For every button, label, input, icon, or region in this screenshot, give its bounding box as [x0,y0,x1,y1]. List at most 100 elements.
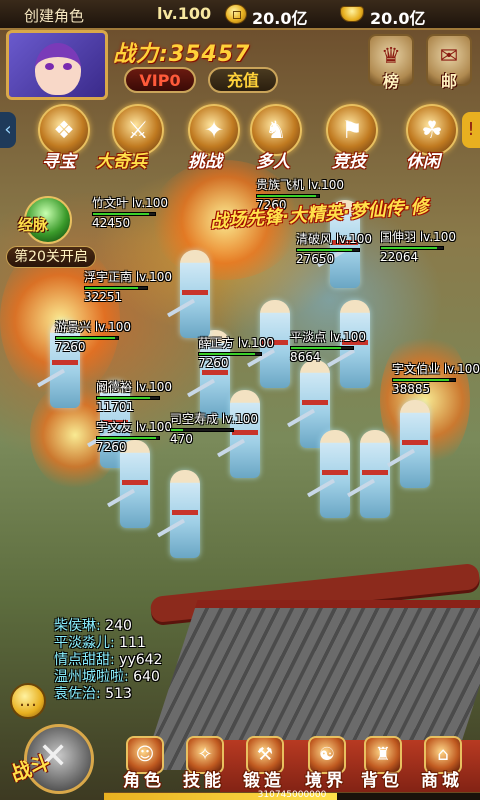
feature-label-treasure: 寻宝 [42,152,76,172]
player-avatar[interactable] [6,30,108,100]
battle-button[interactable]: ✕ 战斗 [2,714,102,800]
soldier-sprite[interactable] [320,430,350,518]
unit-health-fill [297,249,352,251]
menu-label: 背包 [361,771,403,791]
mail-icon: ✉ [439,44,459,69]
unit-value: 22064 [380,250,419,264]
leisure-icon: ☘ [421,116,443,144]
unit-value: 7260 [55,340,86,354]
unit-value: 27650 [296,252,335,266]
recharge-button[interactable]: 充值 [208,67,278,93]
unit-health-fill [171,429,184,431]
unit-health-fill [56,337,115,339]
ingot-amount: 20.0亿 [370,9,426,28]
scroll-left-arrow-icon[interactable]: ‹ [0,112,16,148]
unit-value: 38885 [392,382,431,396]
unit-label: 宇文伯业 lv.100 38885 [392,360,480,396]
chat-message: 513 [105,686,132,702]
unit-name: 竹文叶 lv.100 [92,196,169,210]
stage-name: 经脉 [18,216,49,234]
feature-label-warrior: 大奇兵 [96,152,147,172]
avatar-face [35,43,81,95]
unit-health-fill [257,195,316,197]
unit-label: 游景兴 lv.100 7260 [55,318,131,354]
ranking-icon: ♛ [381,44,401,69]
unit-label: 宇文友 lv.100 7260 [96,418,172,454]
warrior-icon: ⚔ [127,116,149,144]
unit-name: 国伸羽 lv.100 [380,230,457,244]
chat-log[interactable]: 柴侯琳: 240 平淡淼儿: 111 情点甜甜: yy642 温州城啦啦: 640 袁佐… [54,618,204,703]
chat-message: 111 [119,635,146,651]
menu-button[interactable]: ♜ 背包 [354,736,410,794]
unit-health-fill [291,347,341,349]
player-level: lv.100 [157,4,212,23]
unit-label: 平淡点 lv.100 8664 [290,328,366,364]
unit-label: 清破风 lv.100 27650 [296,230,372,266]
unit-name: 清破风 lv.100 [296,232,373,246]
stage-progress: 第20关开启 [6,246,96,268]
menu-button[interactable]: ⚒ 锻造 [236,736,292,794]
feature-label-multiplayer: 多人 [256,152,290,172]
unit-label: 浮宇正南 lv.100 32251 [84,268,172,304]
unit-value: 7260 [96,440,127,454]
arena-icon: ⚑ [341,116,363,144]
ranking-button[interactable]: ♛ 榜 [368,34,414,91]
vip-button[interactable]: VIP0 [124,67,196,93]
chat-sender: 袁佐治: [54,686,101,702]
unit-health-fill [85,287,138,289]
experience-text: 310745000000 [257,790,327,800]
experience-bar: 310745000000 [104,790,480,800]
gold-ingot-icon [340,6,364,22]
menu-label: 角色 [123,771,165,791]
unit-health-fill [97,397,150,399]
stage-panel[interactable]: 经脉 第20关开启 [2,196,96,272]
scroll-right-arrow-icon[interactable]: ! [462,112,480,148]
combat-power: 战力:35457 [113,42,251,67]
gold-coin-icon [225,4,247,24]
unit-value: 470 [170,432,193,446]
challenge-icon: ✦ [203,116,225,144]
avatar-eye [63,63,72,70]
unit-name: 平淡点 lv.100 [290,330,367,344]
chat-line: 袁佐治: 513 [54,686,204,703]
unit-label: 司空寿成 lv.100 470 [170,410,258,446]
unit-name: 宇文伯业 lv.100 [392,362,480,376]
mail-label: 邮 [440,72,457,91]
create-role-button[interactable]: 创建角色 [24,5,84,26]
unit-label: 国伸羽 lv.100 22064 [380,228,456,264]
menu-button[interactable]: ☺ 角色 [116,736,172,794]
menu-button[interactable]: ✧ 技能 [176,736,232,794]
menu-button[interactable]: ☯ 境界 [298,736,354,794]
chat-sender: 平淡淼儿: [54,635,115,651]
gold-amount: 20.0亿 [252,9,308,28]
unit-name: 游景兴 lv.100 [55,320,132,334]
unit-health-fill [381,247,437,249]
feature-label-challenge: 挑战 [188,152,222,172]
chat-message: yy642 [119,652,163,668]
chat-sender: 柴侯琳: [54,618,101,634]
menu-label: 商城 [421,771,463,791]
treasure-icon: ❖ [53,116,75,144]
unit-health-fill [93,213,149,215]
chat-message: 640 [133,669,160,685]
unit-label: 阚德裕 lv.100 11701 [96,378,172,414]
unit-health-fill [97,437,156,439]
unit-value: 32251 [84,290,123,304]
unit-health-fill [393,379,449,381]
unit-name: 阚德裕 lv.100 [96,380,173,394]
chat-line: 平淡淼儿: 111 [54,635,204,652]
avatar-eye [45,63,54,70]
soldier-sprite[interactable] [360,430,390,518]
menu-label: 技能 [183,771,225,791]
unit-value: 11701 [96,400,135,414]
chat-line: 温州城啦啦: 640 [54,669,204,686]
unit-name: 司空寿成 lv.100 [170,412,259,426]
soldier-sprite[interactable] [400,400,430,488]
mail-button[interactable]: ✉ 邮 [426,34,472,91]
menu-button[interactable]: ⌂ 商城 [414,736,470,794]
unit-name: 浮宇正南 lv.100 [84,270,173,284]
unit-value: 42450 [92,216,131,230]
chat-line: 柴侯琳: 240 [54,618,204,635]
soldier-sprite[interactable] [180,250,210,338]
top-bar: 创建角色 lv.100 20.0亿 20.0亿 [0,0,480,30]
